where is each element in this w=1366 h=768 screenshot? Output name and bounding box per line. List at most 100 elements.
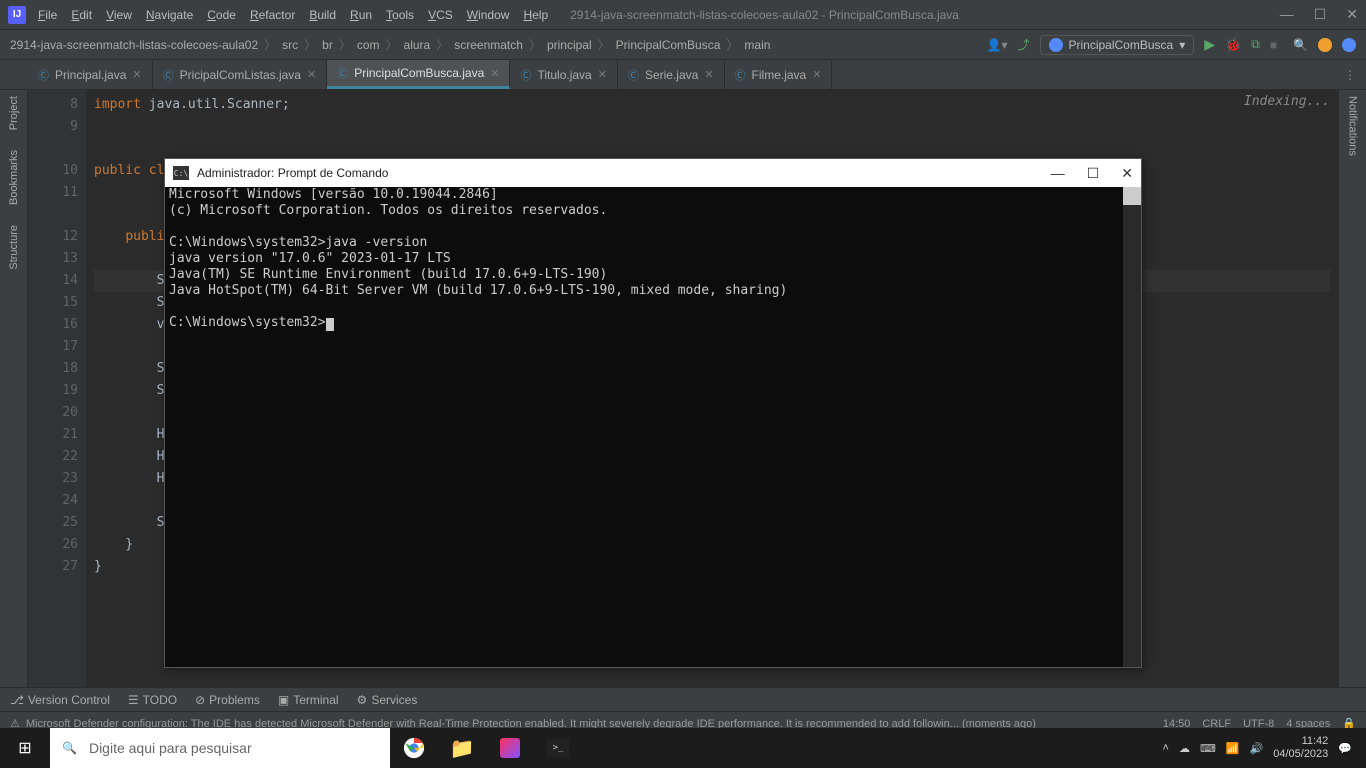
tool-problems[interactable]: ⊘Problems — [195, 693, 260, 707]
tab-label: PricipalComListas.java — [180, 68, 301, 82]
tray-wifi-icon[interactable]: 📶 — [1226, 742, 1240, 755]
tray-lang-icon[interactable]: ⌨ — [1200, 742, 1216, 755]
taskbar-clock[interactable]: 11:42 04/05/2023 — [1273, 735, 1328, 761]
chevron-down-icon: ▾ — [1179, 38, 1185, 52]
stop-icon[interactable]: ■ — [1270, 38, 1277, 52]
tool-version-control[interactable]: ⎇Version Control — [10, 693, 110, 707]
start-button[interactable]: ⊞ — [0, 728, 50, 768]
tab-close-icon[interactable]: ✕ — [490, 67, 499, 80]
taskbar-search[interactable]: 🔍 Digite aqui para pesquisar — [50, 728, 390, 768]
cmd-task-icon[interactable]: >_ — [534, 739, 582, 757]
window-title: 2914-java-screenmatch-listas-colecoes-au… — [570, 8, 959, 22]
window-controls: — ☐ ✕ — [1280, 6, 1358, 23]
tab-principalcombusca[interactable]: ⒸPrincipalComBusca.java✕ — [327, 60, 510, 89]
run-config-select[interactable]: PrincipalComBusca ▾ — [1040, 35, 1195, 55]
crumb-3[interactable]: com — [357, 38, 380, 52]
crumb-4[interactable]: alura — [404, 38, 431, 52]
cmd-scrollbar[interactable] — [1123, 187, 1141, 667]
coverage-icon[interactable]: ⧉ — [1251, 37, 1260, 52]
tabs-overflow-icon[interactable]: ⋮ — [1334, 60, 1366, 89]
tool-services[interactable]: ⚙Services — [357, 693, 418, 707]
chrome-icon[interactable] — [390, 737, 438, 759]
breadcrumbs[interactable]: 2914-java-screenmatch-listas-colecoes-au… — [10, 36, 770, 53]
menu-file[interactable]: File — [38, 8, 57, 22]
crumb-0[interactable]: 2914-java-screenmatch-listas-colecoes-au… — [10, 38, 258, 52]
cmd-body[interactable]: Microsoft Windows [versão 10.0.19044.284… — [165, 187, 1141, 331]
tool-structure[interactable]: Structure — [8, 225, 20, 270]
cmd-cursor — [326, 318, 334, 331]
cmd-minimize-icon[interactable]: — — [1051, 165, 1065, 182]
cmd-close-icon[interactable]: ✕ — [1121, 165, 1133, 182]
tab-serie[interactable]: Ⓒ Serie.java ✕ — [618, 60, 725, 89]
tab-close-icon[interactable]: ✕ — [132, 68, 141, 81]
crumb-6[interactable]: principal — [547, 38, 592, 52]
menu-window[interactable]: Window — [467, 8, 510, 22]
notifications-tool[interactable]: Notifications — [1347, 96, 1359, 156]
menu-build[interactable]: Build — [309, 8, 336, 22]
crumb-7[interactable]: PrincipalComBusca — [616, 38, 721, 52]
menu-run[interactable]: Run — [350, 8, 372, 22]
tab-close-icon[interactable]: ✕ — [812, 68, 821, 81]
menu-view[interactable]: View — [106, 8, 132, 22]
menu-vcs[interactable]: VCS — [428, 8, 453, 22]
tray-onedrive-icon[interactable]: ☁ — [1179, 742, 1190, 755]
cmd-maximize-icon[interactable]: ☐ — [1087, 165, 1100, 182]
search-placeholder: Digite aqui para pesquisar — [89, 740, 252, 756]
tool-terminal[interactable]: ▣Terminal — [278, 693, 339, 707]
crumb-2[interactable]: br — [322, 38, 333, 52]
menu-edit[interactable]: Edit — [71, 8, 92, 22]
crumb-1[interactable]: src — [282, 38, 298, 52]
tool-todo[interactable]: ☰TODO — [128, 693, 177, 707]
editor-tabs: Ⓒ Principal.java ✕ Ⓒ PricipalComListas.java ✕… — [0, 60, 1366, 90]
tab-pricipalcomlistas[interactable]: ⒸPricipalComListas.java✕ — [153, 60, 328, 89]
cmd-titlebar[interactable]: C:\ Administrador: Prompt de Comando — ☐… — [165, 159, 1141, 187]
tab-close-icon[interactable]: ✕ — [307, 68, 316, 81]
cmd-window[interactable]: C:\ Administrador: Prompt de Comando — ☐… — [164, 158, 1142, 668]
tool-project[interactable]: Project — [8, 96, 20, 130]
tray-notifications-icon[interactable]: 💬 — [1338, 742, 1352, 755]
codewithme-icon[interactable] — [1342, 38, 1356, 52]
menu-refactor[interactable]: Refactor — [250, 8, 295, 22]
class-icon: Ⓒ — [628, 67, 639, 83]
tab-label: Serie.java — [645, 68, 698, 82]
indexing-label: Indexing... — [1244, 94, 1330, 109]
left-tool-stripe: Project Bookmarks Structure — [0, 90, 28, 687]
tool-bookmarks[interactable]: Bookmarks — [8, 150, 20, 205]
debug-icon[interactable]: 🐞 — [1225, 37, 1241, 53]
tray-chevron-icon[interactable]: ˄ — [1163, 742, 1169, 754]
menu-navigate[interactable]: Navigate — [146, 8, 193, 22]
tab-principal[interactable]: ⒸPrincipal.java✕ — [28, 60, 153, 89]
tab-close-icon[interactable]: ✕ — [704, 68, 713, 81]
search-icon[interactable]: 🔍 — [1293, 38, 1308, 52]
ide-updates-icon[interactable] — [1318, 38, 1332, 52]
minimize-icon[interactable]: — — [1280, 6, 1294, 23]
maximize-icon[interactable]: ☐ — [1314, 6, 1327, 23]
tray-volume-icon[interactable]: 🔊 — [1250, 742, 1264, 755]
build-icon[interactable]: ⤴ — [1017, 36, 1029, 53]
taskbar-date: 04/05/2023 — [1273, 748, 1328, 761]
class-icon: Ⓒ — [520, 67, 531, 83]
tab-label: PrincipalComBusca.java — [354, 66, 484, 80]
menu-help[interactable]: Help — [523, 8, 548, 22]
intellij-task-icon[interactable] — [486, 738, 534, 758]
crumb-5[interactable]: screenmatch — [454, 38, 523, 52]
tab-label: Filme.java — [752, 68, 807, 82]
cmd-scroll-thumb[interactable] — [1123, 187, 1141, 205]
tab-label: Principal.java — [55, 68, 126, 82]
explorer-icon[interactable]: 📁 — [438, 736, 486, 761]
tab-label: Titulo.java — [537, 68, 591, 82]
tab-titulo[interactable]: Ⓒ Titulo.java ✕ — [510, 60, 617, 89]
menu-tools[interactable]: Tools — [386, 8, 414, 22]
tab-filme[interactable]: ⒸFilme.java✕ — [725, 60, 833, 89]
menu-code[interactable]: Code — [207, 8, 236, 22]
user-icon[interactable]: 👤▾ — [987, 38, 1008, 52]
windows-taskbar: ⊞ 🔍 Digite aqui para pesquisar 📁 >_ ˄ ☁ … — [0, 728, 1366, 768]
run-icon[interactable]: ▶ — [1204, 36, 1215, 53]
tab-close-icon[interactable]: ✕ — [598, 68, 607, 81]
crumb-8[interactable]: main — [744, 38, 770, 52]
breadcrumb-bar: 2914-java-screenmatch-listas-colecoes-au… — [0, 30, 1366, 60]
intellij-icon: IJ — [8, 6, 26, 24]
search-icon: 🔍 — [62, 741, 77, 755]
close-icon[interactable]: ✕ — [1346, 6, 1358, 23]
ide-titlebar: IJ File Edit View Navigate Code Refactor Build… — [0, 0, 1366, 30]
